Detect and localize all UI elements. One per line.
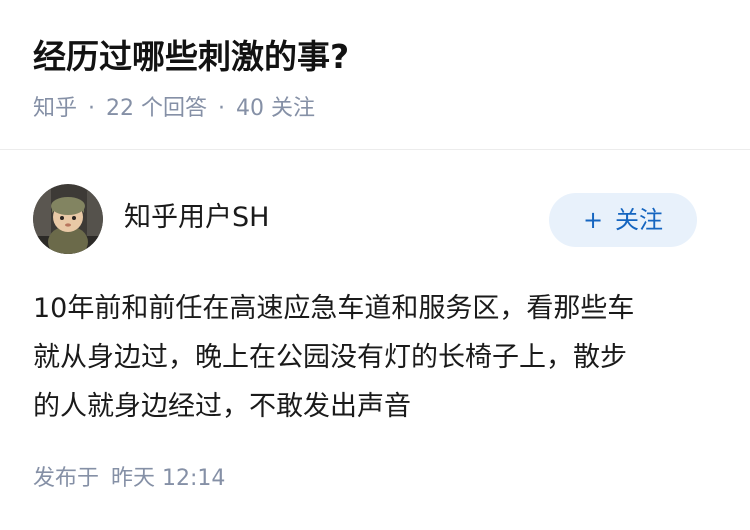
followers-count: 40 — [236, 96, 265, 121]
author-name[interactable]: 知乎用户SH — [124, 198, 269, 238]
publish-info: 发布于 昨天 12:14 — [33, 462, 225, 496]
answer-line: 10年前和前任在高速应急车道和服务区，看那些车 — [33, 293, 635, 324]
followers-label: 关注 — [271, 96, 316, 121]
source-label[interactable]: 知乎 — [33, 96, 77, 121]
answer-line: 的人就身边经过，不敢发出声音 — [33, 391, 411, 422]
meta-separator: · — [218, 96, 226, 121]
question-header: 经历过哪些刺激的事? 知乎 · 22 个回答 · 40 关注 — [0, 0, 750, 150]
avatar-image — [33, 184, 103, 254]
question-meta: 知乎 · 22 个回答 · 40 关注 — [33, 92, 315, 126]
author-avatar[interactable] — [33, 184, 103, 254]
answers-count: 22 — [106, 96, 135, 121]
answer-line: 就从身边过，晚上在公园没有灯的长椅子上，散步 — [33, 342, 627, 373]
follow-button-label: 关注 — [615, 206, 664, 234]
follow-button[interactable]: + 关注 — [549, 193, 697, 247]
question-title[interactable]: 经历过哪些刺激的事? — [33, 33, 349, 81]
published-label: 发布于 — [33, 466, 100, 491]
meta-separator: · — [88, 96, 96, 121]
published-time: 昨天 12:14 — [111, 466, 226, 491]
plus-icon: + — [582, 206, 604, 234]
answers-label: 个回答 — [141, 96, 208, 121]
answer-content[interactable]: 10年前和前任在高速应急车道和服务区，看那些车 就从身边过，晚上在公园没有灯的长… — [33, 284, 723, 431]
